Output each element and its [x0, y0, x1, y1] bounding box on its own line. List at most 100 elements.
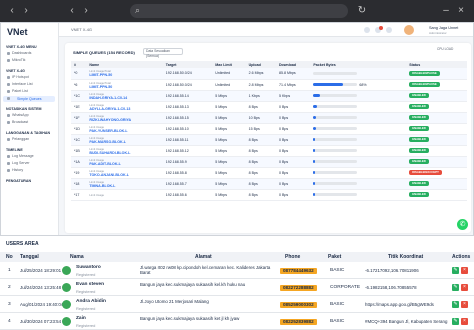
queue-row[interactable]: *1C Limit Usage INDAH-GRIYA-1-C0-14 192.168… [71, 90, 467, 102]
status-badge[interactable]: DISABLED/ACCEPT [409, 170, 442, 175]
sidebar-item-broadcast[interactable]: Broadcast [12, 120, 28, 124]
queue-name[interactable]: PAK-MARSO-BLOK-L [89, 140, 126, 144]
sidebar-item-pelanggan[interactable]: Pelanggan [12, 137, 29, 141]
queue-name[interactable]: PAK-ADIT-BLOK-L [89, 162, 120, 166]
delete-button[interactable]: × [461, 301, 468, 308]
edit-button[interactable]: ✎ [452, 267, 459, 274]
queue-name[interactable]: TIMNA-BLOK-L [89, 184, 115, 188]
status-badge[interactable]: ENABLED [409, 93, 429, 98]
sidebar-item-history[interactable]: History [12, 168, 23, 172]
queue-name[interactable]: ADYLLA-GRIYA-1-C0-13 [89, 107, 130, 111]
back-nav-icon[interactable]: ‹ [66, 5, 78, 17]
sidebar-item-paket-list[interactable]: Paket List [12, 89, 28, 93]
queue-name[interactable]: BUDI-SUHARDI-BLOK-L [89, 151, 130, 155]
edit-button[interactable]: ✎ [452, 318, 459, 325]
sidebar-item-simple-queues[interactable]: Simple Queues [3, 96, 55, 102]
user-avatar-icon [62, 283, 71, 292]
sidebar-item-log-server[interactable]: Log Server [12, 161, 30, 165]
user-koordinat[interactable]: -6.17217092,106.70811906 [365, 268, 450, 273]
col-koordinat: Titik Koordinat [388, 254, 424, 260]
packet-bytes-bar [313, 116, 358, 120]
sidebar-item-whatsapp[interactable]: WhatsApp [12, 113, 29, 117]
back-icon[interactable]: ‹ [6, 5, 18, 17]
queue-max: 5 Mbps [212, 189, 246, 201]
window-close-icon[interactable]: × [455, 5, 467, 17]
queue-row[interactable]: *19 Limit Usage TOKO-ANJANI-BLOK-L 192.168.… [71, 167, 467, 179]
address-bar[interactable]: ⌕ [130, 4, 348, 18]
sidebar-section-title: PENGATURAN [6, 179, 32, 183]
status-badge[interactable]: ENABLED [409, 192, 429, 197]
user-status: Registered [76, 272, 96, 277]
queue-name[interactable]: RIZKI-WAHYONO-GRIYA [89, 118, 131, 122]
status-badge[interactable]: ENABLED [409, 148, 429, 153]
sidebar-item-mikrotik[interactable]: MikroTik [12, 58, 25, 62]
message-icon[interactable] [386, 27, 392, 33]
user-koordinat[interactable]: #MCQ+394 Bangun Jl, Kabupaten Serang [365, 319, 450, 324]
flag-icon[interactable] [364, 27, 370, 33]
edit-button[interactable]: ✎ [452, 284, 459, 291]
queue-row[interactable]: *17 Limit Usage 192.168.55.6 5 Mbps 8 Bps 0 B… [71, 189, 467, 201]
status-badge[interactable]: ENABLED [409, 159, 429, 164]
queue-row[interactable]: *1C Limit Usage PAK-MARSO-BLOK-L 192.168.55… [71, 134, 467, 146]
sidebar: VNet VNET X-4G MENU Dashboards MikroTik VNE… [1, 23, 59, 235]
reload-icon[interactable]: ↻ [356, 5, 368, 17]
user-name[interactable]: Evan steven [76, 282, 104, 287]
status-badge[interactable]: ENABLED [409, 181, 429, 186]
whatsapp-icon[interactable]: ✆ [457, 219, 468, 230]
status-badge[interactable]: ENABLED [409, 115, 429, 120]
user-phone[interactable]: 082272288882 [280, 285, 317, 291]
queue-row[interactable]: *6 Limit Usage/Total LIMIT-PPN-50 192.168.5… [71, 79, 467, 91]
user-name[interactable]: Andra Abidin [76, 299, 106, 304]
user-phone[interactable]: 087784449632 [280, 268, 317, 274]
queue-row[interactable]: *1A Limit Usage PAK-ADIT-BLOK-L 192.168.55.… [71, 156, 467, 168]
status-badge[interactable]: DISABLED/PAUSE [409, 82, 440, 87]
queue-name[interactable]: LIMIT-PPN-50 [89, 85, 112, 89]
queue-packet-bytes [310, 156, 407, 168]
app-window: VNet VNET X-4G MENU Dashboards MikroTik VNE… [0, 22, 474, 236]
queue-name[interactable]: LIMIT-PPN-50 [89, 73, 112, 77]
window-minimize-icon[interactable]: – [440, 5, 452, 17]
delete-button[interactable]: × [461, 267, 468, 274]
packet-bytes-bar [313, 160, 358, 164]
status-badge[interactable]: DISABLED/PAUSE [409, 70, 440, 76]
packet-bytes-fill [313, 138, 316, 142]
user-koordinat[interactable]: -6.1982158,106.70855578 [365, 285, 450, 290]
delete-button[interactable]: × [461, 284, 468, 291]
edit-button[interactable]: ✎ [452, 301, 459, 308]
forward-icon[interactable]: › [20, 5, 32, 17]
status-badge[interactable]: ENABLED [409, 137, 429, 142]
user-name[interactable]: Zain [76, 316, 86, 321]
sidebar-item-dashboards[interactable]: Dashboards [12, 51, 31, 55]
packet-bytes-fill [313, 94, 321, 98]
queue-name[interactable]: PAK-YUNSER-BLOK-L [89, 129, 127, 133]
user-phone[interactable]: 082252839882 [280, 319, 317, 325]
user-koordinat[interactable]: https://maps.app.goo.gl/B5gWE9ds [365, 302, 450, 307]
sidebar-item-log-message[interactable]: Log Message [12, 154, 34, 158]
forward-nav-icon[interactable]: › [80, 5, 92, 17]
cpu-load-label: CPU LOAD [437, 47, 454, 51]
user-avatar-icon [62, 266, 71, 275]
queue-row[interactable]: *1E Limit Usage ADYLLA-GRIYA-1-C0-13 192.16… [71, 101, 467, 113]
user-avatar[interactable] [404, 25, 414, 35]
user-phone[interactable]: 085259000302 [280, 302, 317, 308]
packet-bytes-bar [313, 182, 358, 186]
queue-row[interactable]: *0 Limit Usage/Total LIMIT-PPN-50 192.168.5… [71, 68, 467, 80]
sidebar-item-ip-hotspot[interactable]: IP Hotspot [12, 75, 29, 79]
queue-packet-bytes [310, 178, 407, 190]
status-badge[interactable]: ENABLED [409, 126, 429, 131]
queue-row[interactable]: *18 Limit Usage TIMNA-BLOK-L 192.168.55.7 5 … [71, 178, 467, 190]
queue-packet-bytes: 68% [310, 79, 407, 91]
sidebar-item-interface-list[interactable]: Interface List [12, 82, 33, 86]
queue-row[interactable]: *1F Limit Usage RIZKI-WAHYONO-GRIYA 192.168… [71, 112, 467, 124]
queue-row[interactable]: *1B Limit Usage BUDI-SUHARDI-BLOK-L 192.168… [71, 145, 467, 157]
queue-name-cell: Limit Usage [86, 189, 163, 201]
status-badge[interactable]: ENABLED [409, 104, 429, 109]
filter-select[interactable]: Data Sesuaikan (Semua) [143, 48, 183, 58]
nav-dropdown[interactable]: VNET X-4G [71, 27, 92, 32]
delete-button[interactable]: × [461, 318, 468, 325]
queue-name[interactable]: INDAH-GRIYA-1-C0-14 [89, 96, 127, 100]
queue-name[interactable]: TOKO-ANJANI-BLOK-L [89, 173, 129, 177]
user-name[interactable]: Suwantoro [76, 265, 101, 270]
queue-down: 0 Bps [275, 178, 311, 190]
queue-row[interactable]: *1D Limit Usage PAK-YUNSER-BLOK-L 192.168.5… [71, 123, 467, 135]
